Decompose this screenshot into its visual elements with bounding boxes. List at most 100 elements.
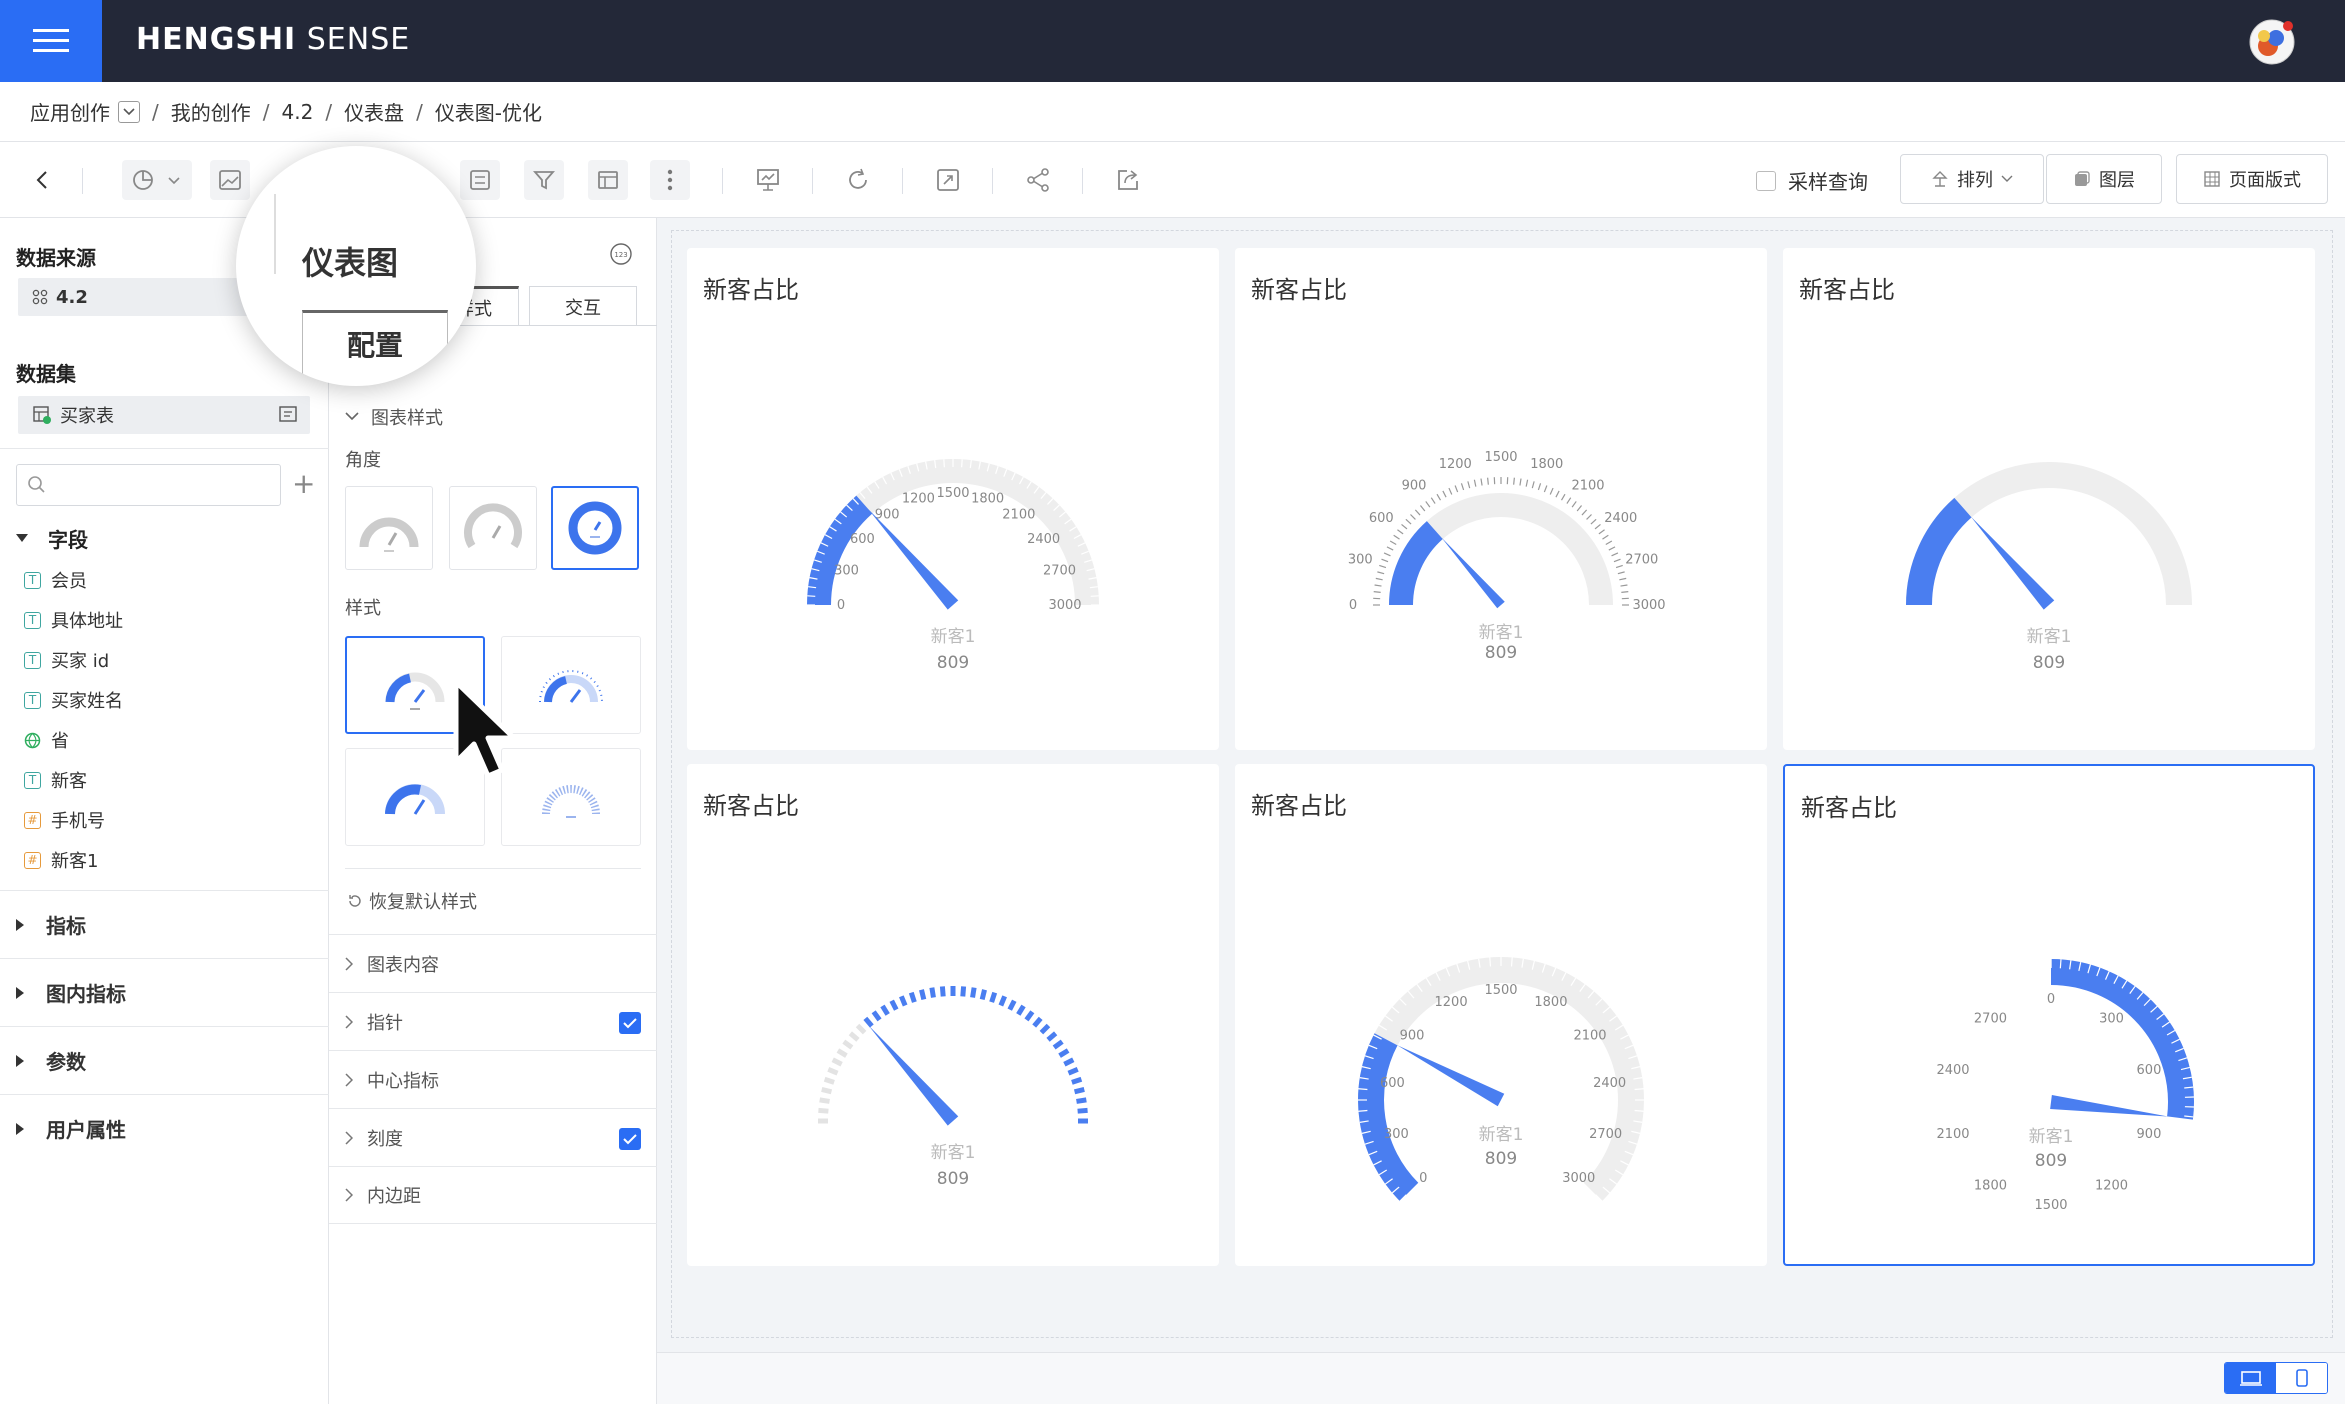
dataset-edit-icon[interactable] (278, 404, 298, 424)
table-button[interactable] (588, 160, 628, 200)
gauge-card-selected[interactable]: 新客占比 0 300 600 900 1200 1500 1800 2100 2400 2700 新客… (1783, 764, 2315, 1266)
fields-group-header[interactable]: 字段 (16, 524, 88, 553)
add-field-button[interactable]: + (292, 470, 315, 498)
section-padding[interactable]: 内边距 (329, 1166, 657, 1224)
field-list: T 会员 T 具体地址 T 买家 id T 买家姓名 省 T 新客 # 手机号 # 新客1 (0, 560, 329, 880)
group-chart-metrics[interactable]: 图内指标 (0, 958, 329, 1026)
refresh-button[interactable] (838, 160, 878, 200)
breadcrumb-dropdown[interactable] (118, 100, 140, 123)
sample-query-checkbox[interactable] (1756, 170, 1776, 191)
gauge-minor-tick (2087, 1230, 2091, 1240)
gauge-metric-value: 809 (2035, 1151, 2067, 1171)
more-button[interactable] (650, 160, 690, 200)
desktop-view-button[interactable] (2225, 1363, 2276, 1393)
gauge-card[interactable]: 新客占比 0 300 600 900 1200 1500 1800 2100 2400 2700 30… (687, 248, 1219, 750)
table-icon (598, 171, 618, 189)
gauge-tick-label: 0 (1419, 1171, 1427, 1186)
chart-type-button[interactable] (122, 160, 192, 200)
filter-settings-button[interactable] (460, 160, 500, 200)
sample-query-toggle[interactable]: 采样查询 (1756, 166, 1868, 195)
gauge-minor-tick (1992, 1224, 1998, 1233)
gauge-minor-tick (1974, 1215, 1981, 1224)
group-metrics[interactable]: 指标 (0, 890, 329, 958)
section-pointer[interactable]: 指针 (329, 992, 657, 1050)
gauge-minor-tick (1926, 1168, 1936, 1175)
sort-icon (1932, 171, 1948, 187)
gauge-tick-label: 300 (834, 563, 859, 578)
field-search-input[interactable] (16, 464, 281, 506)
gauge-dot-tick (1052, 1039, 1064, 1050)
page-layout-button[interactable]: 页面版式 (2176, 154, 2328, 204)
field-item[interactable]: T 具体地址 (0, 600, 329, 640)
user-avatar[interactable] (2248, 18, 2296, 66)
gauge-minor-tick (2182, 1124, 2192, 1128)
fullscreen-button[interactable] (928, 160, 968, 200)
gauge-type-icon: 123 (610, 243, 632, 265)
gauge-metric-name: 新客1 (1479, 1125, 1524, 1145)
gauge-card[interactable]: 新客占比 0 300 600 900 1200 1500 1800 2100 2400 2700 30… (1235, 248, 1767, 750)
section-scale[interactable]: 刻度 (329, 1108, 657, 1166)
share-button[interactable] (1018, 160, 1058, 200)
group-params[interactable]: 参数 (0, 1026, 329, 1094)
gauge-value-arc (1358, 1033, 1419, 1202)
magnified-config-tab[interactable]: 配置 (302, 310, 448, 374)
partial-gauge-icon (464, 503, 522, 549)
field-item[interactable]: T 新客 (0, 760, 329, 800)
gauge-minor-tick (1519, 478, 1522, 486)
gauge-dot-tick (842, 1039, 854, 1050)
gauge-tick-label: 1200 (2095, 1178, 2128, 1193)
gauge-minor-tick (2059, 1235, 2062, 1245)
angle-option-180[interactable] (345, 486, 433, 570)
gauge-card[interactable]: 新客占比 0 300 600 900 1200 1500 1800 2100 2400 2700 30… (1235, 764, 1767, 1266)
gauge-card[interactable]: 新客占比 新客1 809 (1783, 248, 2315, 750)
hamburger-menu-button[interactable] (0, 0, 102, 82)
mobile-view-button[interactable] (2276, 1363, 2327, 1393)
breadcrumb-item[interactable]: 4.2 (282, 100, 314, 124)
chart-style-header[interactable]: 图表样式 (345, 404, 443, 430)
angle-option-240[interactable] (449, 486, 537, 570)
gauge-tick-label: 2700 (1974, 1012, 2007, 1027)
present-button[interactable] (748, 160, 788, 200)
gauge-card[interactable]: 新客占比 新客1 809 (687, 764, 1219, 1266)
tab-interact[interactable]: 交互 (529, 286, 637, 326)
sort-button[interactable]: 排列 (1900, 154, 2044, 204)
group-user-attrs[interactable]: 用户属性 (0, 1094, 329, 1162)
chevron-right-icon (345, 956, 353, 971)
breadcrumb: 应用创作 / 我的创作 / 4.2 / 仪表盘 / 仪表图-优化 (0, 82, 2345, 142)
breadcrumb-item[interactable]: 仪表盘 (344, 97, 404, 126)
breadcrumb-root[interactable]: 应用创作 (30, 97, 110, 126)
field-item[interactable]: T 会员 (0, 560, 329, 600)
section-center-metric[interactable]: 中心指标 (329, 1050, 657, 1108)
gauge-tick-label: 3000 (1632, 598, 1665, 613)
gauge-minor-tick (1405, 518, 1412, 525)
gauge-tick-label: 300 (2099, 1012, 2124, 1027)
filter-add-button[interactable] (524, 160, 564, 200)
brand-logo: HENGSHI SENSE (136, 22, 411, 57)
gauge-minor-tick (1937, 1184, 1946, 1191)
reset-style-button[interactable]: 恢复默认样式 (347, 888, 477, 914)
field-item[interactable]: T 买家姓名 (0, 680, 329, 720)
back-button[interactable] (22, 160, 62, 200)
image-button[interactable] (210, 160, 250, 200)
refresh-icon (849, 168, 867, 189)
field-item[interactable]: # 手机号 (0, 800, 329, 840)
gauge-minor-tick (1383, 552, 1391, 557)
layers-button[interactable]: 图层 (2046, 154, 2162, 204)
angle-option-360[interactable] (551, 486, 639, 570)
pointer-checkbox[interactable] (619, 1012, 641, 1034)
field-item[interactable]: 省 (0, 720, 329, 760)
export-button[interactable] (1108, 160, 1148, 200)
field-item[interactable]: # 新客1 (0, 840, 329, 880)
dataset-chip[interactable]: 买家表 (18, 396, 310, 434)
gauge-minor-tick (1525, 479, 1529, 487)
gauge-minor-tick (1966, 985, 1973, 994)
gauge-minor-tick (1932, 1176, 1941, 1183)
gauge-chart: 0 300 600 900 1200 1500 1800 2100 2400 2700 3000 新客… (1358, 957, 1644, 1202)
breadcrumb-item[interactable]: 我的创作 (171, 97, 251, 126)
scale-checkbox[interactable] (619, 1128, 641, 1150)
section-chart-content[interactable]: 图表内容 (329, 934, 657, 992)
field-item[interactable]: T 买家 id (0, 640, 329, 680)
gauge-minor-tick (1617, 571, 1625, 575)
gauge-minor-tick (1926, 1029, 1936, 1036)
gauge-dot-tick (821, 1087, 833, 1095)
